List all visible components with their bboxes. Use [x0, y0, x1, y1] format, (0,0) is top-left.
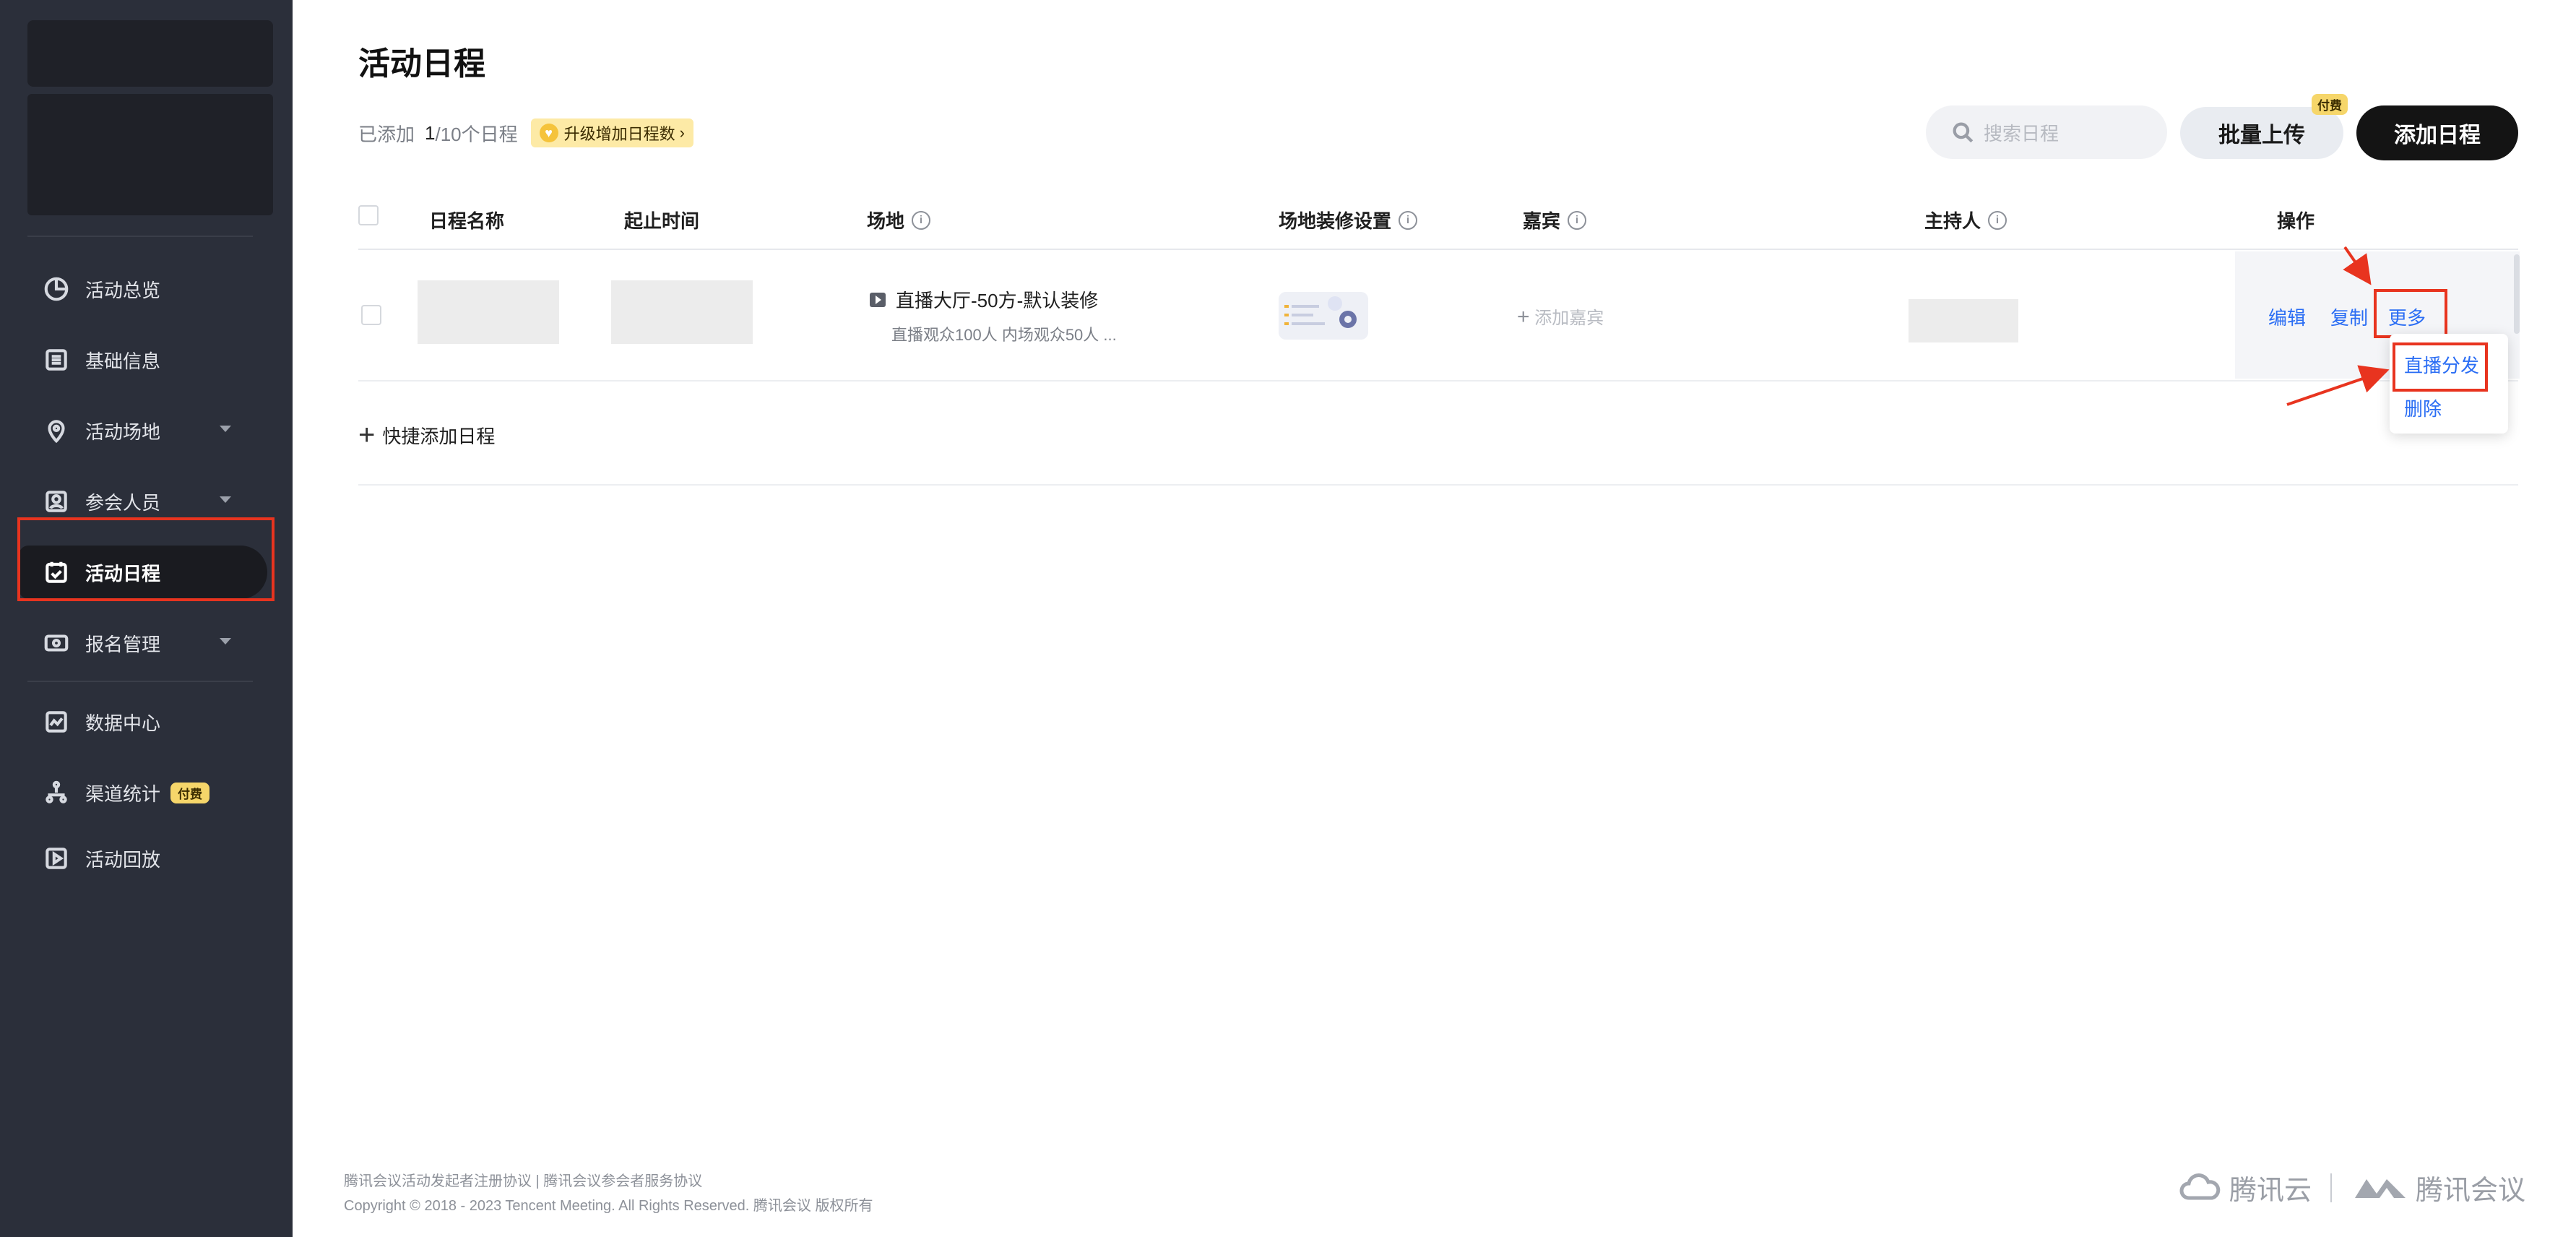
footer-links[interactable]: 腾讯会议活动发起者注册协议 | 腾讯会议参会者服务协议	[344, 1169, 702, 1190]
arrow-to-live-distribution	[2286, 365, 2390, 406]
brand-divider	[2330, 1173, 2332, 1202]
tencent-meeting-logo: 腾讯会议	[2352, 1168, 2525, 1207]
quick-add-schedule[interactable]: + 快捷添加日程	[358, 421, 495, 449]
arrow-to-more	[2343, 246, 2372, 285]
meeting-logo-icon	[2355, 1178, 2406, 1198]
tencent-cloud-logo: 腾讯云	[2179, 1168, 2312, 1207]
divider	[358, 484, 2518, 486]
plus-icon: +	[358, 419, 376, 451]
cloud-icon	[2179, 1173, 2221, 1199]
footer-copyright: Copyright © 2018 - 2023 Tencent Meeting.…	[344, 1198, 873, 1214]
annotation-arrows	[2286, 246, 2390, 406]
